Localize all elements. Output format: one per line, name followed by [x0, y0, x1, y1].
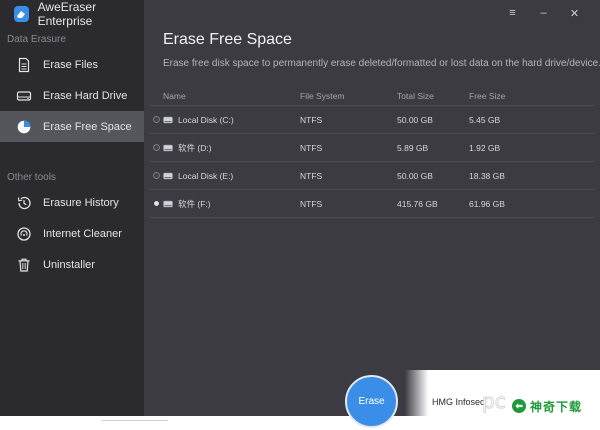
- disk-icon: [163, 172, 173, 180]
- sidebar-item-erase-files[interactable]: Erase Files: [0, 49, 144, 80]
- sidebar-item-label: Erase Free Space: [43, 120, 132, 133]
- drive-file-system: NTFS: [300, 198, 323, 209]
- disk-icon: [163, 144, 173, 152]
- table-row[interactable]: Local Disk (C:) NTFS 50.00 GB 5.45 GB: [149, 106, 595, 134]
- sidebar-item-uninstaller[interactable]: Uninstaller: [0, 249, 144, 280]
- drive-total-size: 50.00 GB: [397, 114, 433, 125]
- watermark-text: 神奇下载: [530, 400, 583, 414]
- company-name: HMG Infosec: [432, 397, 485, 407]
- history-icon: [16, 195, 32, 211]
- drive-radio[interactable]: [152, 172, 160, 179]
- svg-text:pc: pc: [482, 389, 506, 413]
- drive-name: Local Disk (E:): [178, 170, 234, 181]
- drive-total-size: 50.00 GB: [397, 170, 433, 181]
- drive-file-system: NTFS: [300, 170, 323, 181]
- sidebar-item-erasure-history[interactable]: Erasure History: [0, 187, 144, 218]
- internet-cleaner-icon: [16, 226, 32, 242]
- drive-free-size: 1.92 GB: [469, 142, 501, 153]
- app-title: AweEraser Enterprise: [37, 0, 97, 28]
- window-controls: ≡ – ✕: [497, 4, 590, 22]
- hard-drive-icon: [16, 88, 32, 104]
- drive-name: 软件 (D:): [178, 142, 212, 153]
- erase-button[interactable]: Erase: [345, 375, 398, 428]
- watermark-logo-icon: [512, 399, 526, 413]
- drive-total-size: 5.89 GB: [397, 142, 429, 153]
- page-title: Erase Free Space: [163, 31, 292, 48]
- sidebar-item-label: Erase Files: [43, 58, 99, 71]
- drive-name: Local Disk (C:): [178, 114, 234, 125]
- disk-icon: [163, 116, 173, 124]
- sidebar-item-erase-hard-drive[interactable]: Erase Hard Drive: [0, 80, 144, 111]
- pie-chart-icon: [16, 119, 32, 135]
- sidebar-item-label: Erasure History: [43, 196, 119, 209]
- minimize-button[interactable]: –: [528, 4, 559, 22]
- main-panel: ≡ – ✕ Erase Free Space Erase free disk s…: [144, 0, 600, 416]
- table-header: Name File System Total Size Free Size: [149, 86, 595, 106]
- drive-name: 软件 (F:): [178, 198, 211, 209]
- column-header-total-size[interactable]: Total Size: [397, 91, 469, 101]
- table-row[interactable]: 软件 (F:) NTFS 415.76 GB 61.96 GB: [149, 190, 595, 218]
- sidebar-item-label: Erase Hard Drive: [43, 89, 128, 102]
- file-icon: [16, 57, 32, 73]
- eraser-logo-icon: [14, 6, 29, 22]
- drive-table: Name File System Total Size Free Size Lo…: [149, 86, 595, 218]
- sidebar-item-erase-free-space[interactable]: Erase Free Space: [0, 111, 144, 142]
- drive-free-size: 5.45 GB: [469, 114, 501, 125]
- sidebar: AweEraser Enterprise Data Erasure Erase …: [0, 0, 144, 416]
- drive-file-system: NTFS: [300, 114, 323, 125]
- sidebar-item-internet-cleaner[interactable]: Internet Cleaner: [0, 218, 144, 249]
- drive-total-size: 415.76 GB: [397, 198, 438, 209]
- divider: [102, 420, 168, 421]
- drive-radio[interactable]: [152, 144, 160, 151]
- column-header-name[interactable]: Name: [163, 91, 300, 101]
- drive-free-size: 18.38 GB: [469, 170, 505, 181]
- drive-radio-selected[interactable]: [153, 201, 159, 206]
- table-row[interactable]: Local Disk (E:) NTFS 50.00 GB 18.38 GB: [149, 162, 595, 190]
- page-description: Erase free disk space to permanently era…: [163, 58, 600, 69]
- sidebar-item-label: Uninstaller: [43, 258, 95, 271]
- section-label-data-erasure: Data Erasure: [7, 34, 66, 45]
- title-bar: AweEraser Enterprise: [0, 0, 144, 28]
- app-window: AweEraser Enterprise Data Erasure Erase …: [0, 0, 600, 416]
- trash-icon: [16, 257, 32, 273]
- disk-icon: [163, 200, 173, 208]
- section-label-other-tools: Other tools: [7, 172, 56, 183]
- sidebar-item-label: Internet Cleaner: [43, 227, 122, 240]
- column-header-file-system[interactable]: File System: [300, 91, 397, 101]
- watermark-pc-icon: pc: [480, 386, 510, 416]
- close-button[interactable]: ✕: [559, 4, 590, 22]
- menu-button[interactable]: ≡: [497, 4, 528, 22]
- drive-free-size: 61.96 GB: [469, 198, 505, 209]
- drive-radio[interactable]: [152, 116, 160, 123]
- column-header-free-size[interactable]: Free Size: [469, 91, 549, 101]
- drive-file-system: NTFS: [300, 142, 323, 153]
- table-row[interactable]: 软件 (D:) NTFS 5.89 GB 1.92 GB: [149, 134, 595, 162]
